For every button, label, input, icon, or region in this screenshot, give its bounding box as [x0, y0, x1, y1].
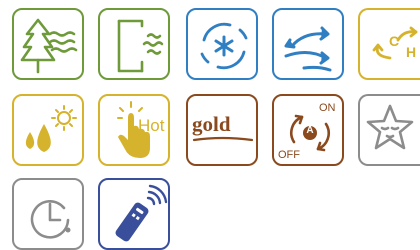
tile-fresh-air[interactable] — [12, 8, 84, 80]
tile-hot-touch[interactable]: Hot — [98, 94, 170, 166]
timer-clock-icon — [30, 200, 71, 239]
tile-cool-heat[interactable]: C H — [358, 8, 420, 80]
tile-ion-fan[interactable] — [186, 8, 258, 80]
tile-sleep[interactable] — [358, 94, 420, 166]
pine-tree-airflow-icon — [20, 18, 78, 74]
gold-underline-icon — [192, 136, 254, 142]
auto-label: A — [306, 125, 314, 136]
heat-label: H — [406, 44, 417, 60]
remote-control-icon — [115, 184, 168, 242]
tile-timer[interactable] — [12, 178, 84, 250]
ion-fan-icon — [200, 22, 248, 70]
swing-airflow-icon — [284, 26, 332, 72]
dehumidify-sun-icon — [25, 105, 77, 152]
hot-label: Hot — [138, 116, 165, 135]
tile-remote[interactable] — [98, 178, 170, 250]
sleep-star-icon — [366, 104, 414, 150]
tile-swing[interactable] — [272, 8, 344, 80]
tile-dehumidify[interactable] — [12, 94, 84, 166]
off-label: OFF — [278, 149, 300, 161]
cool-label: C — [389, 33, 400, 49]
tile-air-filter[interactable] — [98, 8, 170, 80]
tile-gold-fin[interactable]: gold — [186, 94, 258, 166]
on-label: ON — [319, 102, 336, 114]
tile-auto-on-off[interactable]: ON OFF A — [272, 94, 344, 166]
air-filter-icon — [117, 19, 164, 73]
